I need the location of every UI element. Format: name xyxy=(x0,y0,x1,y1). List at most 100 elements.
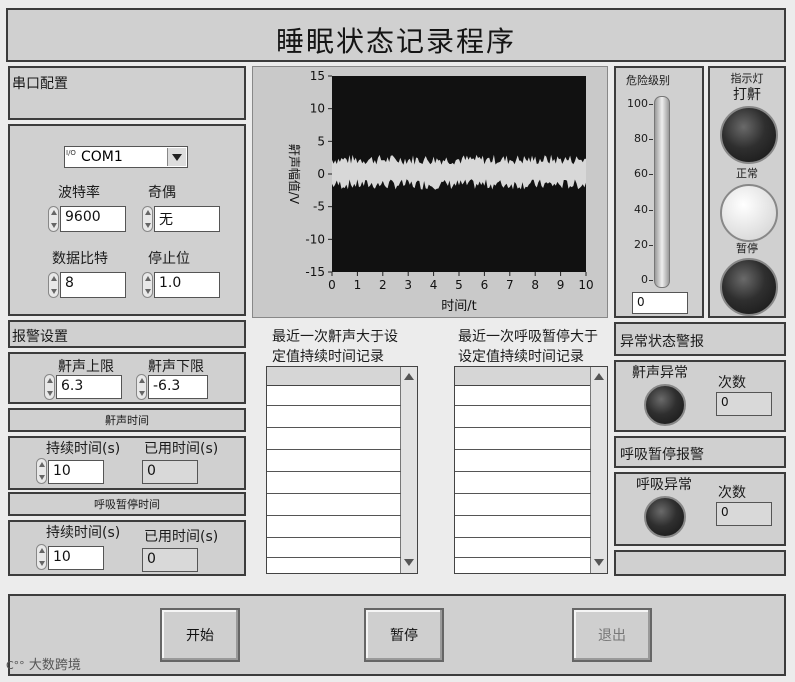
snore-log-list[interactable] xyxy=(266,366,418,574)
x-tick-label: 0 xyxy=(328,278,336,292)
apnea-count-label: 次数 xyxy=(718,485,746,501)
watermark: C°° 大数跨境 xyxy=(6,654,81,673)
x-tick-label: 6 xyxy=(481,278,489,292)
scroll-up-icon[interactable] xyxy=(404,371,414,381)
right-bottom-panel xyxy=(614,550,786,576)
danger-scale-tick-mark xyxy=(649,244,653,246)
snore-time-title: 鼾声时间 xyxy=(105,414,149,427)
pause-button[interactable]: 暂停 xyxy=(364,608,444,662)
page-title: 睡眠状态记录程序 xyxy=(275,25,516,58)
apnea-time-title: 呼吸暂停时间 xyxy=(94,498,160,511)
app-window: 睡眠状态记录程序 串口配置 I/O COM1 波特率 9600 奇偶 无 数据比… xyxy=(0,0,795,682)
snore-duration-label: 持续时间(s) xyxy=(46,441,121,457)
upper-limit-input[interactable]: 6.3 xyxy=(56,375,122,399)
parity-input[interactable]: 无 xyxy=(154,206,220,232)
danger-scale-tick-mark xyxy=(649,104,653,105)
pause-indicator-led-icon xyxy=(720,258,778,316)
danger-scale-tick-mark xyxy=(649,280,653,281)
baud-input[interactable]: 9600 xyxy=(60,206,126,232)
io-icon: I/O xyxy=(66,149,76,157)
apnea-abnormal-title: 呼吸暂停报警 xyxy=(620,447,704,463)
x-tick-label: 5 xyxy=(455,278,463,292)
x-tick-label: 4 xyxy=(430,278,438,292)
apnea-duration-stepper-icon[interactable] xyxy=(36,544,47,570)
waveform-chart: 151050-5-10-150 1 2 3 4 5 6 7 8 9 10时间/t鼾声幅值/V xyxy=(287,69,594,314)
apnea-used-label: 已用时间(s) xyxy=(144,529,219,545)
exit-button[interactable]: 退出 xyxy=(572,608,652,662)
lower-limit-label: 鼾声下限 xyxy=(148,359,204,375)
apnea-log-title-line1: 最近一次呼吸暂停大于 xyxy=(458,329,598,345)
upper-limit-label: 鼾声上限 xyxy=(58,359,114,375)
apnea-duration-label: 持续时间(s) xyxy=(46,525,121,541)
y-axis-label: 鼾声幅值/V xyxy=(287,144,302,205)
danger-scale-tick-label: 20 xyxy=(634,237,648,251)
apnea-log-list[interactable] xyxy=(454,366,608,574)
danger-scale-tick-label: 60 xyxy=(634,167,648,181)
danger-scale-tick-mark xyxy=(649,174,653,176)
danger-scale-tick-label: 80 xyxy=(634,132,648,146)
danger-scale-tick-label: 40 xyxy=(634,202,648,216)
x-tick-label: 3 xyxy=(404,278,412,292)
x-axis-label: 时间/t xyxy=(441,299,476,314)
y-tick-label: 5 xyxy=(317,134,325,148)
y-tick-label: -15 xyxy=(305,265,325,279)
stopbits-stepper-icon[interactable] xyxy=(142,272,153,298)
apnea-log-scrollbar[interactable] xyxy=(590,367,607,573)
scroll-up-icon[interactable] xyxy=(594,371,604,381)
y-tick-label: -10 xyxy=(305,232,325,246)
scroll-down-icon[interactable] xyxy=(594,557,604,567)
snore-count-label: 次数 xyxy=(718,375,746,391)
x-tick-label: 7 xyxy=(506,278,514,292)
danger-scale-tick-label: 100 xyxy=(627,97,648,110)
x-tick-label: 8 xyxy=(531,278,539,292)
y-tick-label: 15 xyxy=(310,69,325,83)
databits-stepper-icon[interactable] xyxy=(48,272,59,298)
x-tick-label: 1 xyxy=(354,278,362,292)
upper-limit-stepper-icon[interactable] xyxy=(44,374,55,400)
snore-indicator-led-icon xyxy=(720,106,778,164)
normal-indicator-led-icon xyxy=(720,184,778,242)
port-value: COM1 xyxy=(81,149,123,165)
danger-scale-tick-label: 0 xyxy=(641,273,648,286)
snore-duration-stepper-icon[interactable] xyxy=(36,458,47,484)
start-button[interactable]: 开始 xyxy=(160,608,240,662)
apnea-duration-input[interactable]: 10 xyxy=(48,546,104,570)
snore-used-label: 已用时间(s) xyxy=(144,441,219,457)
lower-limit-input[interactable]: -6.3 xyxy=(148,375,208,399)
stopbits-input[interactable]: 1.0 xyxy=(154,272,220,298)
snore-log-scrollbar[interactable] xyxy=(400,367,417,573)
snore-log-title-line2: 定值持续时间记录 xyxy=(272,349,384,365)
alarm-title: 报警设置 xyxy=(12,329,68,345)
danger-scale-tick-mark xyxy=(649,139,653,141)
lower-limit-stepper-icon[interactable] xyxy=(136,374,147,400)
parity-stepper-icon[interactable] xyxy=(142,206,153,232)
port-select[interactable]: I/O COM1 xyxy=(64,146,188,168)
x-tick-label: 10 xyxy=(578,278,593,292)
apnea-abnormal-label: 呼吸异常 xyxy=(636,477,692,493)
apnea-abnormal-led-icon xyxy=(644,496,686,538)
stopbits-label: 停止位 xyxy=(148,251,190,267)
danger-level-tank xyxy=(654,96,670,288)
databits-input[interactable]: 8 xyxy=(60,272,126,298)
apnea-used-value: 0 xyxy=(142,548,198,572)
snore-log-title-line1: 最近一次鼾声大于设 xyxy=(272,329,398,345)
snore-used-value: 0 xyxy=(142,460,198,484)
snore-duration-input[interactable]: 10 xyxy=(48,460,104,484)
snore-count-value: 0 xyxy=(716,392,772,416)
watermark-logo-icon: C°° xyxy=(6,659,25,672)
danger-level-label: 危险级别 xyxy=(626,74,670,87)
baud-stepper-icon[interactable] xyxy=(48,206,59,232)
x-tick-label: 9 xyxy=(557,278,565,292)
y-tick-label: 10 xyxy=(310,102,325,116)
chevron-down-icon[interactable] xyxy=(167,148,186,166)
x-tick-label: 2 xyxy=(379,278,387,292)
snore-abnormal-label: 鼾声异常 xyxy=(632,365,688,381)
danger-level-value: 0 xyxy=(632,292,688,314)
danger-scale-tick-mark xyxy=(649,209,653,211)
scroll-down-icon[interactable] xyxy=(404,557,414,567)
abnormal-title: 异常状态警报 xyxy=(620,334,704,350)
parity-label: 奇偶 xyxy=(148,185,176,201)
y-tick-label: -5 xyxy=(313,200,325,214)
baud-label: 波特率 xyxy=(58,185,100,201)
watermark-text: 大数跨境 xyxy=(28,658,81,673)
